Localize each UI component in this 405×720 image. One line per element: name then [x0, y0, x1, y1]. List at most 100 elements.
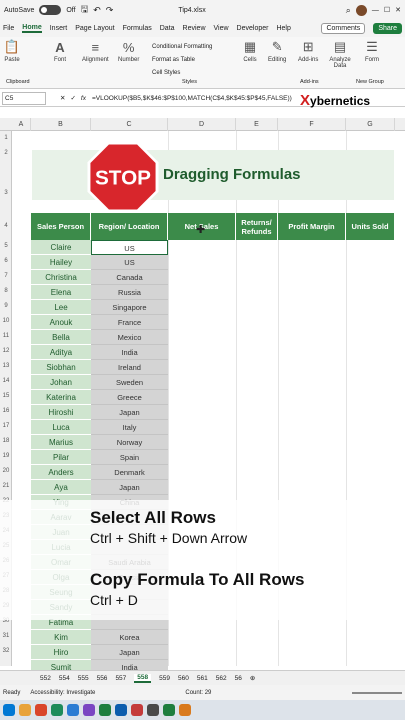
- sales-person-cell[interactable]: Bella: [31, 330, 91, 345]
- region-cell[interactable]: France: [91, 315, 168, 330]
- column-header-f[interactable]: F: [278, 118, 346, 131]
- region-cell[interactable]: Mexico: [91, 330, 168, 345]
- name-box[interactable]: C5: [2, 91, 46, 105]
- row-number[interactable]: 18: [0, 438, 12, 444]
- avatar[interactable]: [355, 4, 367, 16]
- column-header-b[interactable]: B: [31, 118, 91, 131]
- start-icon[interactable]: [3, 704, 15, 716]
- font-group[interactable]: A Font: [52, 39, 68, 64]
- header-profit-margin[interactable]: Profit Margin: [278, 213, 346, 240]
- column-header-a[interactable]: A: [12, 118, 31, 131]
- alignment-group[interactable]: ≡ Alignment: [82, 39, 109, 64]
- region-cell[interactable]: Greece: [91, 390, 168, 405]
- tab-review[interactable]: Review: [183, 25, 206, 32]
- region-cell[interactable]: Sweden: [91, 375, 168, 390]
- sales-person-cell[interactable]: Lee: [31, 300, 91, 315]
- share-button[interactable]: Share: [373, 23, 402, 34]
- maximize-icon[interactable]: ☐: [384, 6, 390, 14]
- sheet-tab[interactable]: 561: [197, 675, 208, 682]
- sales-person-cell[interactable]: Christina: [31, 270, 91, 285]
- sales-person-cell[interactable]: Hiro: [31, 645, 91, 660]
- region-cell[interactable]: Russia: [91, 285, 168, 300]
- header-region[interactable]: Region/ Location: [91, 213, 168, 240]
- row-number[interactable]: 32: [0, 648, 12, 654]
- add-sheet-icon[interactable]: ⊕: [250, 674, 255, 682]
- sales-person-cell[interactable]: Elena: [31, 285, 91, 300]
- sheet-tab[interactable]: 559: [159, 675, 170, 682]
- accessibility-status[interactable]: Accessibility: Investigate: [30, 690, 95, 696]
- sales-person-cell[interactable]: Johan: [31, 375, 91, 390]
- row-number[interactable]: 5: [0, 243, 12, 249]
- sheet-tab[interactable]: 556: [97, 675, 108, 682]
- row-number[interactable]: 7: [0, 273, 12, 279]
- number-group[interactable]: % Number: [118, 39, 139, 64]
- sheet-tab[interactable]: 557: [115, 675, 126, 682]
- app-icon[interactable]: [147, 704, 159, 716]
- tab-insert[interactable]: Insert: [50, 25, 68, 32]
- fx-label[interactable]: fx: [81, 95, 86, 102]
- comments-button[interactable]: Comments: [321, 23, 366, 34]
- sales-person-cell[interactable]: Katerina: [31, 390, 91, 405]
- region-cell[interactable]: Japan: [91, 405, 168, 420]
- app-icon[interactable]: [35, 704, 47, 716]
- minimize-icon[interactable]: —: [372, 7, 379, 14]
- sales-person-cell[interactable]: Aditya: [31, 345, 91, 360]
- edge-icon[interactable]: [67, 704, 79, 716]
- header-units-sold[interactable]: Units Sold: [346, 213, 395, 240]
- sheet-tab[interactable]: 56: [235, 675, 242, 682]
- tab-data[interactable]: Data: [160, 25, 175, 32]
- tab-home[interactable]: Home: [22, 24, 42, 33]
- header-sales-person[interactable]: Sales Person: [31, 213, 91, 240]
- active-cell[interactable]: US: [91, 240, 168, 255]
- sales-person-cell[interactable]: Hailey: [31, 255, 91, 270]
- sheet-tab-active[interactable]: 558: [134, 673, 152, 683]
- row-number[interactable]: 19: [0, 453, 12, 459]
- editing-group[interactable]: ✎ Editing: [268, 39, 286, 63]
- row-number[interactable]: 16: [0, 408, 12, 414]
- app-icon[interactable]: [179, 704, 191, 716]
- row-number[interactable]: 11: [0, 333, 12, 339]
- vscode-icon[interactable]: [115, 704, 127, 716]
- app-icon[interactable]: [163, 704, 175, 716]
- sales-person-cell[interactable]: Aya: [31, 480, 91, 495]
- row-number[interactable]: 2: [0, 150, 12, 156]
- header-returns[interactable]: Returns/ Refunds: [236, 213, 278, 240]
- sales-person-cell[interactable]: Hiroshi: [31, 405, 91, 420]
- row-number[interactable]: 6: [0, 258, 12, 264]
- sales-person-cell[interactable]: Luca: [31, 420, 91, 435]
- redo-icon[interactable]: ↷: [106, 5, 114, 16]
- close-icon[interactable]: ✕: [395, 6, 401, 14]
- enter-icon[interactable]: ✓: [70, 94, 75, 102]
- sheet-tab[interactable]: 552: [40, 675, 51, 682]
- zoom-slider[interactable]: [352, 691, 402, 694]
- search-icon[interactable]: ⌕: [346, 5, 351, 16]
- sales-person-cell[interactable]: Marius: [31, 435, 91, 450]
- format-as-table-button[interactable]: Format as Table: [152, 54, 212, 67]
- sales-person-cell[interactable]: Kim: [31, 630, 91, 645]
- conditional-formatting-button[interactable]: Conditional Formatting: [152, 41, 212, 54]
- row-number[interactable]: 13: [0, 363, 12, 369]
- region-cell[interactable]: Italy: [91, 420, 168, 435]
- sales-person-cell[interactable]: Anders: [31, 465, 91, 480]
- column-header-e[interactable]: E: [236, 118, 278, 131]
- row-number[interactable]: 9: [0, 303, 12, 309]
- region-cell[interactable]: Korea: [91, 630, 168, 645]
- sales-person-cell[interactable]: Claire: [31, 240, 91, 255]
- formula-input[interactable]: =VLOOKUP($B5,$K$46:$P$100,MATCH(C$4,$K$4…: [92, 95, 312, 102]
- region-cell[interactable]: Japan: [91, 645, 168, 660]
- paste-group[interactable]: 📋 Paste: [4, 39, 20, 63]
- row-number[interactable]: 17: [0, 423, 12, 429]
- sheet-tab[interactable]: 562: [216, 675, 227, 682]
- sheet-tab[interactable]: 555: [78, 675, 89, 682]
- sales-person-cell[interactable]: Anouk: [31, 315, 91, 330]
- chrome-icon[interactable]: [51, 704, 63, 716]
- row-number[interactable]: 12: [0, 348, 12, 354]
- undo-icon[interactable]: ↶: [93, 5, 101, 16]
- row-number[interactable]: 14: [0, 378, 12, 384]
- region-cell[interactable]: Norway: [91, 435, 168, 450]
- row-number[interactable]: 4: [0, 223, 12, 229]
- region-cell[interactable]: India: [91, 345, 168, 360]
- row-number[interactable]: 8: [0, 288, 12, 294]
- column-header-c[interactable]: C: [91, 118, 168, 131]
- form-group[interactable]: ☰ Form: [364, 39, 380, 63]
